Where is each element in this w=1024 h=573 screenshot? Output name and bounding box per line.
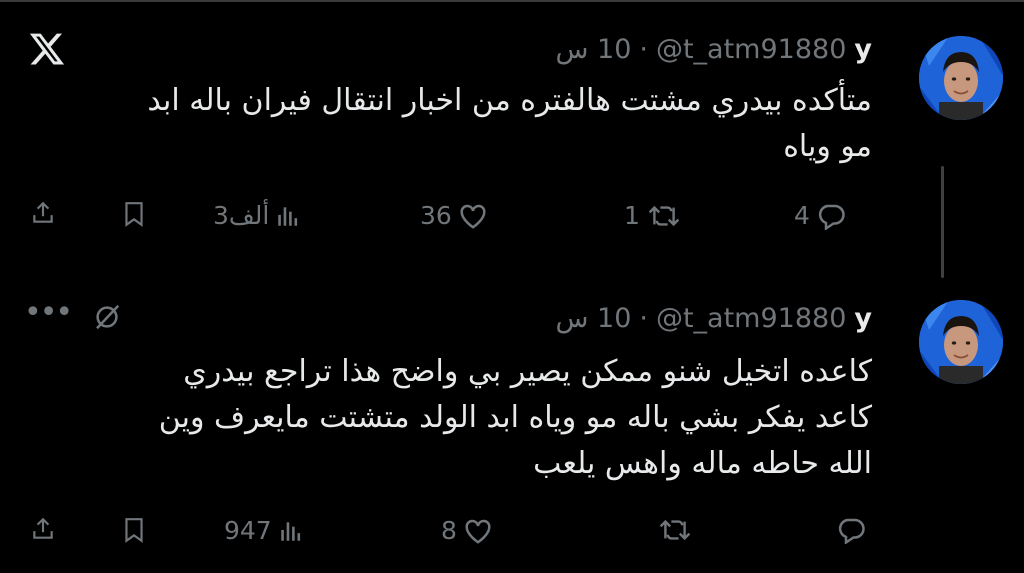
tweet-text-line: متأكده بيدري مشتت هالفتره من اخبار انتقا…	[147, 83, 872, 118]
tweet-text: متأكده بيدري مشتت هالفتره من اخبار انتقا…	[147, 78, 872, 170]
bookmark-icon	[125, 202, 143, 227]
retweet-button[interactable]	[651, 516, 693, 544]
tweet-text: كاعده اتخيل شنو ممكن يصير بي واضح هذا تر…	[159, 349, 872, 487]
display-name[interactable]: y	[854, 34, 872, 65]
retweet-icon	[648, 205, 680, 226]
bookmark-icon	[125, 518, 143, 543]
retweet-icon	[659, 519, 691, 541]
grok-icon[interactable]	[92, 302, 122, 332]
more-icon[interactable]: •••	[24, 298, 73, 328]
share-icon	[33, 201, 53, 223]
username[interactable]: @t_atm91880	[656, 34, 846, 65]
views-button[interactable]: 3ألف	[213, 201, 301, 230]
like-icon	[465, 519, 491, 544]
tweet-text-line: الله حاطه ماله واهس يلعب	[533, 446, 872, 481]
tweet-text-line: كاعد يفكر بشي باله مو وياه ابد الولد متش…	[158, 400, 872, 435]
views-button[interactable]: 947	[224, 516, 304, 545]
share-button[interactable]	[30, 200, 56, 226]
tweet-text-line: كاعده اتخيل شنو ممكن يصير بي واضح هذا تر…	[183, 354, 872, 389]
top-divider	[0, 0, 1024, 2]
share-icon	[33, 517, 53, 539]
views-icon	[280, 521, 300, 541]
like-count: 36	[420, 201, 452, 230]
views-count: 947	[224, 516, 272, 545]
separator: ·	[639, 302, 648, 334]
retweet-count: 1	[624, 201, 640, 230]
display-name[interactable]: y	[854, 303, 872, 334]
like-count: 8	[441, 516, 457, 545]
avatar[interactable]	[919, 300, 1003, 384]
reply-icon	[818, 204, 845, 230]
like-icon	[460, 204, 486, 229]
views-icon	[278, 206, 298, 226]
tweet-text-line: مو وياه	[783, 129, 872, 164]
timestamp[interactable]: 10 س	[555, 34, 631, 65]
bookmark-button[interactable]	[121, 516, 147, 544]
avatar[interactable]	[919, 36, 1003, 120]
reply-icon	[838, 518, 865, 544]
retweet-button[interactable]: 1	[624, 201, 682, 230]
like-button[interactable]: 36	[420, 201, 488, 230]
views-count: 3ألف	[213, 201, 270, 230]
timestamp[interactable]: 10 س	[555, 303, 631, 334]
reply-button[interactable]: 4	[794, 201, 846, 230]
thread-connector	[941, 166, 944, 278]
reply-count: 4	[794, 201, 810, 230]
tweet-header: y @t_atm91880 · 10 س	[555, 301, 872, 335]
x-logo-icon[interactable]	[28, 30, 66, 68]
reply-button[interactable]	[830, 516, 866, 544]
tweet-header: y @t_atm91880 · 10 س	[555, 32, 872, 66]
like-button[interactable]: 8	[441, 516, 493, 545]
username[interactable]: @t_atm91880	[656, 303, 846, 334]
bookmark-button[interactable]	[121, 200, 147, 228]
share-button[interactable]	[30, 516, 56, 542]
separator: ·	[639, 33, 648, 65]
